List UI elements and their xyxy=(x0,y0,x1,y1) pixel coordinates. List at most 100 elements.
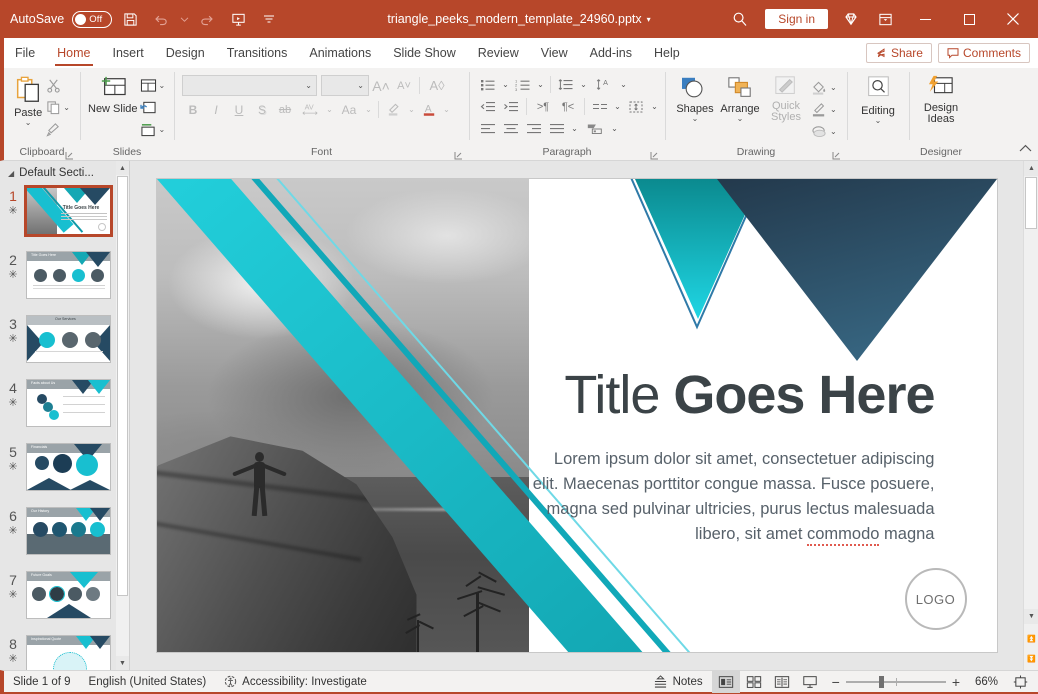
section-header[interactable]: ◢ Default Secti... xyxy=(0,161,129,183)
font-name-input[interactable]: ⌄ xyxy=(182,75,317,96)
italic-button[interactable]: I xyxy=(205,99,227,120)
tab-view[interactable]: View xyxy=(530,38,579,68)
thumbnail-scroll-up-button[interactable]: ▲ xyxy=(116,161,129,175)
align-left-button[interactable] xyxy=(477,118,499,139)
paragraph-dialog-launcher[interactable] xyxy=(650,150,659,160)
tab-add-ins[interactable]: Add-ins xyxy=(579,38,643,68)
align-center-button[interactable] xyxy=(500,118,522,139)
numbering-button[interactable]: 123 xyxy=(512,74,534,95)
slide-sorter-view-button[interactable] xyxy=(740,671,768,693)
zoom-in-button[interactable]: + xyxy=(952,674,960,690)
clipboard-dialog-launcher[interactable] xyxy=(65,150,74,160)
minimize-button[interactable] xyxy=(904,0,946,38)
thumbnail-scrollbar[interactable]: ▲ ▼ xyxy=(116,161,129,670)
align-text-dropdown-icon[interactable]: ⌄ xyxy=(649,96,660,117)
rtl-text-direction-button[interactable]: ¶< xyxy=(556,96,580,117)
font-color-button[interactable]: A xyxy=(418,99,440,120)
zoom-out-button[interactable]: − xyxy=(832,674,840,690)
ltr-text-direction-button[interactable]: >¶ xyxy=(531,96,555,117)
tab-animations[interactable]: Animations xyxy=(298,38,382,68)
smartart-dropdown-icon[interactable]: ⌄ xyxy=(609,118,620,139)
undo-icon[interactable] xyxy=(148,6,174,32)
thumbnail-image-1[interactable]: Title Goes Here xyxy=(24,185,113,237)
copy-button[interactable]: ⌄ xyxy=(44,97,72,118)
section-collapse-icon[interactable]: ◢ xyxy=(8,169,14,178)
underline-button[interactable]: U xyxy=(228,99,250,120)
thumbnail-item-5[interactable]: 5 ✳ Financials xyxy=(0,431,129,495)
redo-icon[interactable] xyxy=(194,6,220,32)
decrease-font-size-button[interactable]: A˅ xyxy=(393,75,415,96)
thumbnail-item-7[interactable]: 7 ✳ Future Goals xyxy=(0,559,129,623)
collapse-ribbon-button[interactable] xyxy=(1019,140,1032,158)
character-spacing-dropdown-icon[interactable]: ⌄ xyxy=(324,99,335,120)
thumbnail-image-4[interactable]: Facts about Us xyxy=(26,379,111,427)
autosave-toggle[interactable]: Off xyxy=(72,10,113,28)
paste-dropdown-icon[interactable]: ⌄ xyxy=(25,119,32,127)
increase-font-size-button[interactable]: A˄ xyxy=(370,75,392,96)
search-icon[interactable] xyxy=(723,6,757,32)
decrease-indent-button[interactable] xyxy=(477,96,499,117)
undo-dropdown-icon[interactable] xyxy=(179,6,189,32)
copy-dropdown-icon[interactable]: ⌄ xyxy=(63,104,70,112)
align-right-button[interactable] xyxy=(523,118,545,139)
language-indicator[interactable]: English (United States) xyxy=(80,671,216,693)
shape-fill-button[interactable]: ⌄ xyxy=(809,77,839,98)
section-dropdown-icon[interactable]: ⌄ xyxy=(159,126,166,134)
tab-file[interactable]: File xyxy=(4,38,46,68)
font-size-dropdown-icon[interactable]: ⌄ xyxy=(357,82,364,90)
paste-button[interactable]: Paste ⌄ xyxy=(12,73,44,127)
thumbnail-item-4[interactable]: 4 ✳ Facts about Us xyxy=(0,367,129,431)
line-spacing-button[interactable] xyxy=(555,74,577,95)
tab-help[interactable]: Help xyxy=(643,38,691,68)
slide-counter[interactable]: Slide 1 of 9 xyxy=(4,671,80,693)
accessibility-status[interactable]: Accessibility: Investigate xyxy=(215,671,376,693)
section-button[interactable]: ⌄ xyxy=(138,119,168,140)
thumbnail-scroll-down-button[interactable]: ▼ xyxy=(116,656,129,670)
justify-dropdown-icon[interactable]: ⌄ xyxy=(569,118,580,139)
thumbnail-image-7[interactable]: Future Goals xyxy=(26,571,111,619)
character-spacing-button[interactable]: AV xyxy=(297,99,323,120)
font-dialog-launcher[interactable] xyxy=(454,150,463,160)
numbering-dropdown-icon[interactable]: ⌄ xyxy=(535,74,546,95)
format-painter-button[interactable] xyxy=(44,119,72,140)
text-highlight-button[interactable] xyxy=(383,99,405,120)
highlight-dropdown-icon[interactable]: ⌄ xyxy=(406,99,417,120)
editing-button[interactable]: Editing ⌄ xyxy=(855,73,901,125)
arrange-button[interactable]: Arrange ⌄ xyxy=(717,73,763,123)
share-button[interactable]: Share xyxy=(865,43,932,63)
shapes-dropdown-icon[interactable]: ⌄ xyxy=(692,115,699,123)
font-color-dropdown-icon[interactable]: ⌄ xyxy=(441,99,452,120)
new-slide-button[interactable]: New Slide xyxy=(88,73,138,115)
font-size-input[interactable]: ⌄ xyxy=(321,75,369,96)
fit-to-window-button[interactable] xyxy=(1006,671,1034,693)
zoom-slider[interactable]: − + 66% xyxy=(824,674,1006,690)
comments-button[interactable]: Comments xyxy=(937,43,1030,63)
tab-slide-show[interactable]: Slide Show xyxy=(382,38,467,68)
close-button[interactable] xyxy=(992,0,1034,38)
layout-button[interactable]: ⌄ xyxy=(138,75,168,96)
slide-canvas[interactable]: Title Goes Here Lorem ipsum dolor sit am… xyxy=(156,179,997,652)
line-spacing-dropdown-icon[interactable]: ⌄ xyxy=(578,74,589,95)
text-shadow-button[interactable]: S xyxy=(251,99,273,120)
shape-effects-button[interactable]: ⌄ xyxy=(809,121,839,142)
thumbnail-image-3[interactable]: Our Services xyxy=(26,315,111,363)
tab-home[interactable]: Home xyxy=(46,38,101,68)
thumbnail-item-6[interactable]: 6 ✳ Our History xyxy=(0,495,129,559)
thumbnail-item-1[interactable]: 1 ✳ Title Goes Here xyxy=(0,183,129,239)
normal-view-button[interactable] xyxy=(711,670,740,693)
tab-insert[interactable]: Insert xyxy=(102,38,155,68)
thumbnail-item-3[interactable]: 3 ✳ Our Services xyxy=(0,303,129,367)
slide-body-text[interactable]: Lorem ipsum dolor sit amet, consectetuer… xyxy=(427,447,935,547)
shape-outline-button[interactable]: ⌄ xyxy=(809,99,839,120)
thumbnail-item-8[interactable]: 8 ✳ Inspirational Quote xyxy=(0,623,129,670)
strikethrough-button[interactable]: ab xyxy=(274,99,296,120)
quick-styles-button[interactable]: Quick Styles xyxy=(763,73,809,123)
reset-button[interactable] xyxy=(138,97,168,118)
scroll-thumb[interactable] xyxy=(1025,177,1037,229)
ribbon-display-options-icon[interactable] xyxy=(868,6,902,32)
drawing-dialog-launcher[interactable] xyxy=(832,150,841,160)
bullets-dropdown-icon[interactable]: ⌄ xyxy=(500,74,511,95)
bold-button[interactable]: B xyxy=(182,99,204,120)
reading-view-button[interactable] xyxy=(768,671,796,693)
columns-button[interactable] xyxy=(589,96,611,117)
